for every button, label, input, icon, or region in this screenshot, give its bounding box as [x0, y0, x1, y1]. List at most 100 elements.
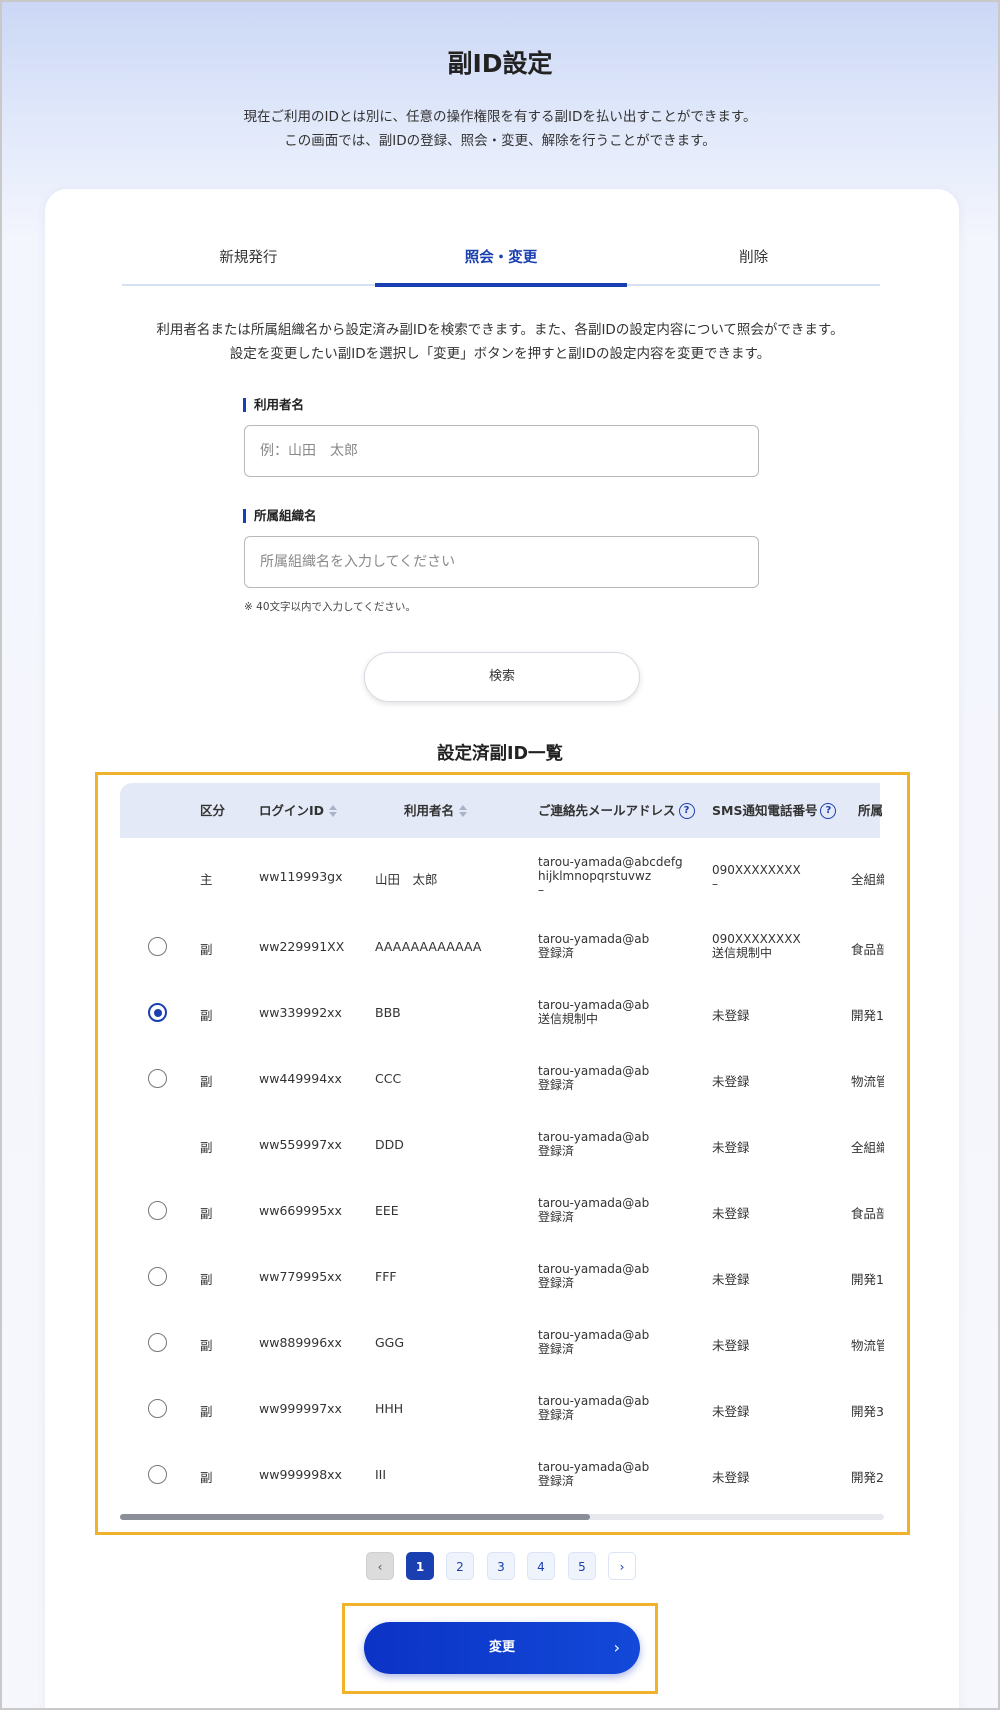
cell-sms: 未登録: [712, 1338, 750, 1353]
pagination-page-3[interactable]: 3: [487, 1552, 515, 1580]
cell-email: tarou-yamada@ab 登録済: [538, 932, 649, 960]
pagination-page-1[interactable]: 1: [406, 1552, 434, 1580]
cell-email-status: 登録済: [538, 1144, 575, 1158]
table-row[interactable]: 副 ww449994xx CCC tarou-yamada@ab 登録済 未登録…: [120, 1045, 884, 1111]
table-row[interactable]: 副 ww999997xx HHH tarou-yamada@ab 登録済 未登録…: [120, 1375, 884, 1441]
cell-sms: 090XXXXXXXX 送信規制中: [712, 932, 801, 960]
row-radio-selected[interactable]: [148, 1003, 167, 1022]
scrollbar-thumb[interactable]: [120, 1514, 590, 1520]
cell-sms: 未登録: [712, 1470, 750, 1485]
cell-login-id: ww449994xx: [259, 1071, 342, 1086]
cell-org: 開発2: [851, 1470, 884, 1485]
cell-user-name: CCC: [375, 1071, 402, 1086]
change-button[interactable]: 変更 ›: [364, 1622, 640, 1674]
cell-email-status: 登録済: [538, 1276, 575, 1290]
org-name-input[interactable]: [244, 536, 759, 588]
table-row[interactable]: 副 ww889996xx GGG tarou-yamada@ab 登録済 未登録…: [120, 1309, 884, 1375]
table-row[interactable]: 副 ww779995xx FFF tarou-yamada@ab 登録済 未登録…: [120, 1243, 884, 1309]
user-name-input[interactable]: [244, 425, 759, 477]
sort-icon[interactable]: [459, 804, 468, 817]
tab-new-issue[interactable]: 新規発行: [122, 240, 375, 284]
cell-email-address: tarou-yamada@abcdefg: [538, 855, 683, 869]
cell-login-id: ww779995xx: [259, 1269, 342, 1284]
cell-email: tarou-yamada@abcdefg hijklmnopqrstuvwz –: [538, 855, 683, 897]
cell-login-id: ww339992xx: [259, 1005, 342, 1020]
cell-email-address: tarou-yamada@ab: [538, 1064, 650, 1078]
cell-email-address: tarou-yamada@ab: [538, 932, 650, 946]
table-row[interactable]: 副 ww229991XX AAAAAAAAAAAA tarou-yamada@a…: [120, 913, 884, 979]
cell-email-status: 送信規制中: [538, 1012, 599, 1026]
table-row[interactable]: 副 ww669995xx EEE tarou-yamada@ab 登録済 未登録…: [120, 1177, 884, 1243]
cell-user-name: AAAAAAAAAAAA: [375, 939, 482, 954]
pagination-next-button[interactable]: ›: [608, 1552, 636, 1580]
pagination-page-2[interactable]: 2: [446, 1552, 474, 1580]
pagination-prev-button[interactable]: ‹: [366, 1552, 394, 1580]
col-user-name[interactable]: 利用者名: [404, 783, 468, 838]
table-row[interactable]: 副 ww339992xx BBB tarou-yamada@ab 送信規制中 未…: [120, 979, 884, 1045]
user-name-label: 利用者名: [243, 398, 304, 412]
col-login-id[interactable]: ログインID: [259, 783, 338, 838]
cell-kubun: 副: [200, 1338, 213, 1353]
cell-email-status: 登録済: [538, 946, 575, 960]
cell-email-address: tarou-yamada@ab: [538, 1196, 650, 1210]
cell-email-address: tarou-yamada@ab: [538, 1262, 650, 1276]
cell-login-id: ww889996xx: [259, 1335, 342, 1350]
cell-email: tarou-yamada@ab 登録済: [538, 1460, 649, 1488]
cell-kubun: 副: [200, 1206, 213, 1221]
table-row[interactable]: 副 ww999998xx III tarou-yamada@ab 登録済 未登録…: [120, 1441, 884, 1507]
cell-email-address: tarou-yamada@ab: [538, 1328, 650, 1342]
cell-login-id: ww999998xx: [259, 1467, 342, 1482]
page-title: 副ID設定: [447, 49, 553, 78]
cell-org: 全組織: [851, 1140, 884, 1155]
cell-email: tarou-yamada@ab 登録済: [538, 1328, 649, 1356]
intro-text: 利用者名または所属組織名から設定済み副IDを検索できます。また、各副IDの設定内…: [2, 318, 998, 366]
cell-email: tarou-yamada@ab 登録済: [538, 1130, 649, 1158]
cell-email-status: 登録済: [538, 1474, 575, 1488]
help-icon[interactable]: ?: [820, 802, 837, 819]
list-title: 設定済副ID一覧: [436, 744, 564, 764]
col-org: 所属: [858, 783, 883, 838]
cell-sms-status: 送信規制中: [712, 946, 773, 960]
col-email-label: ご連絡先メールアドレス: [538, 803, 676, 818]
row-radio[interactable]: [148, 1333, 167, 1352]
cell-sms: 未登録: [712, 1272, 750, 1287]
table-horizontal-scrollbar[interactable]: [120, 1514, 884, 1520]
cell-org: 食品部: [851, 1206, 884, 1221]
row-radio[interactable]: [148, 937, 167, 956]
cell-kubun: 副: [200, 1074, 213, 1089]
cell-user-name: III: [375, 1467, 387, 1482]
tab-delete[interactable]: 削除: [627, 240, 880, 284]
row-radio[interactable]: [148, 1267, 167, 1286]
tab-bar: 新規発行 照会・変更 削除: [122, 240, 880, 287]
sub-id-table[interactable]: 区分 ログインID 利用者名 ご連絡先メールアドレス? SMS通知電話番号? 所…: [120, 783, 884, 1520]
cell-kubun: 副: [200, 942, 213, 957]
cell-sms: 未登録: [712, 1074, 750, 1089]
cell-sms-status: –: [712, 877, 718, 891]
cell-kubun: 副: [200, 1272, 213, 1287]
col-sms-label: SMS通知電話番号: [712, 803, 818, 818]
row-radio[interactable]: [148, 1069, 167, 1088]
intro-line-2: 設定を変更したい副IDを選択し「変更」ボタンを押すと副IDの設定内容を変更できま…: [229, 346, 771, 362]
sort-icon[interactable]: [329, 804, 338, 817]
cell-email-status: 登録済: [538, 1210, 575, 1224]
row-radio[interactable]: [148, 1399, 167, 1418]
tab-inquiry-change[interactable]: 照会・変更: [374, 240, 628, 287]
cell-kubun: 副: [200, 1008, 213, 1023]
row-radio[interactable]: [148, 1201, 167, 1220]
cell-email-address: tarou-yamada@ab: [538, 1460, 650, 1474]
pagination-page-5[interactable]: 5: [568, 1552, 596, 1580]
change-button-label: 変更: [488, 1640, 515, 1655]
search-button[interactable]: 検索: [364, 652, 640, 702]
chevron-right-icon: ›: [613, 1638, 620, 1657]
help-icon[interactable]: ?: [678, 802, 695, 819]
cell-email-address: tarou-yamada@ab: [538, 1130, 650, 1144]
pagination-page-4[interactable]: 4: [527, 1552, 555, 1580]
cell-email: tarou-yamada@ab 送信規制中: [538, 998, 649, 1026]
cell-email-status: 登録済: [538, 1342, 575, 1356]
col-kubun-label: 区分: [200, 803, 226, 818]
cell-user-name: FFF: [375, 1269, 397, 1284]
cell-user-name: 山田 太郎: [375, 872, 438, 887]
cell-sms: 未登録: [712, 1140, 750, 1155]
col-kubun: 区分: [200, 783, 225, 838]
row-radio[interactable]: [148, 1465, 167, 1484]
